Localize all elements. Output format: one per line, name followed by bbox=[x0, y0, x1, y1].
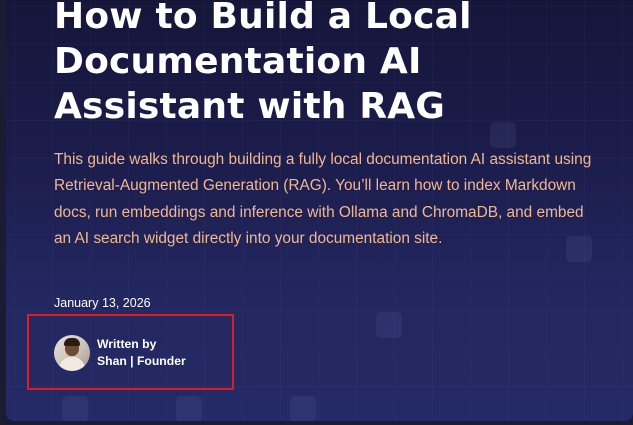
background-tile bbox=[290, 396, 316, 421]
background-tile bbox=[176, 396, 202, 421]
avatar-body bbox=[59, 357, 85, 371]
article-description: This guide walks through building a full… bbox=[54, 151, 592, 248]
avatar bbox=[54, 335, 90, 371]
author-info: Written by Shan | Founder bbox=[97, 336, 186, 370]
background-tile bbox=[62, 396, 88, 421]
written-by-label: Written by bbox=[97, 337, 157, 351]
background-tile bbox=[376, 312, 402, 338]
avatar-hair bbox=[64, 338, 80, 346]
author-name: Shan | Founder bbox=[97, 354, 186, 368]
publish-date: January 13, 2026 bbox=[54, 296, 151, 310]
page-title: How to Build a Local Documentation AI As… bbox=[54, 0, 472, 127]
